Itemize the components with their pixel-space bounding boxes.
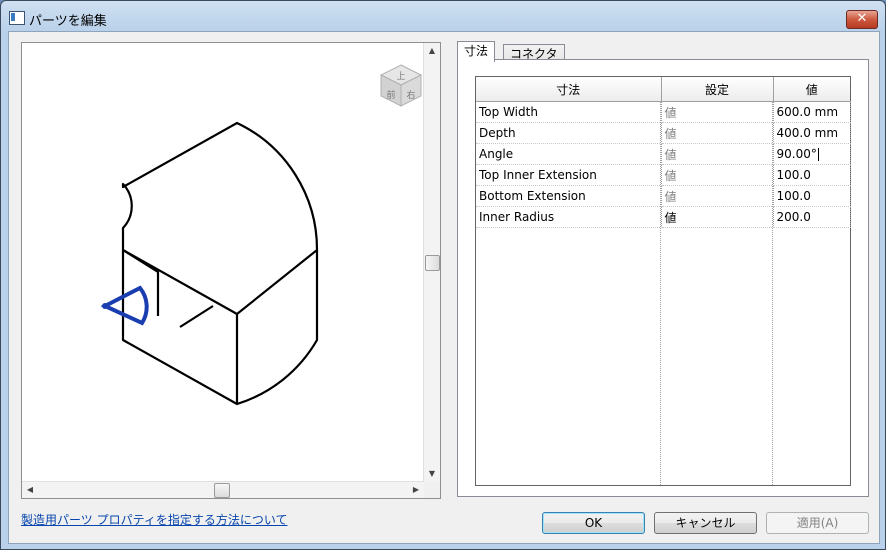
cancel-button[interactable]: キャンセル — [654, 512, 757, 534]
dimension-name: Top Width — [476, 101, 662, 123]
window-title: パーツを編集 — [29, 14, 107, 29]
viewcube-top-label: 上 — [396, 71, 405, 82]
part-preview-viewport[interactable]: 上 前 右 ▲ ▼ ◀ ▶ — [21, 42, 441, 499]
vertical-scroll-thumb[interactable] — [425, 255, 440, 271]
scrollbar-corner — [424, 482, 440, 498]
dimension-setting[interactable]: 値 — [661, 143, 774, 165]
table-row[interactable]: Bottom Extension 値 100.0 — [476, 185, 851, 207]
vertical-scrollbar[interactable]: ▲ ▼ — [423, 43, 440, 482]
dimension-setting[interactable]: 値 — [661, 164, 774, 186]
scroll-up-arrow-icon[interactable]: ▲ — [424, 43, 440, 59]
edit-part-dialog: パーツを編集 ✕ 上 前 右 ▲ ▼ ◀ ▶ 製造用パーツ プロパティを指定する… — [0, 0, 886, 550]
ok-button[interactable]: OK — [542, 512, 645, 534]
dimension-name: Angle — [476, 143, 662, 165]
column-header-setting[interactable]: 設定 — [661, 77, 774, 102]
apply-button[interactable]: 適用(A) — [766, 512, 869, 534]
dimension-value[interactable]: 200.0 — [773, 206, 851, 228]
dimension-value[interactable]: 100.0 — [773, 164, 851, 186]
close-button[interactable]: ✕ — [846, 10, 878, 29]
part-outer-curve-face — [236, 250, 319, 406]
column-header-value[interactable]: 値 — [773, 77, 850, 102]
table-row[interactable]: Top Inner Extension 値 100.0 — [476, 164, 851, 186]
part-inner-cut-2 — [179, 305, 214, 328]
dimension-name: Bottom Extension — [476, 185, 662, 207]
dimension-setting[interactable]: 値 — [661, 206, 774, 228]
title-bar: パーツを編集 ✕ — [1, 1, 885, 31]
grid-header-row: 寸法 設定 値 — [476, 77, 850, 102]
dimension-name: Inner Radius — [476, 206, 662, 228]
dimension-setting[interactable]: 値 — [661, 185, 774, 207]
connector-marker — [100, 285, 149, 326]
dimension-value[interactable]: 100.0 — [773, 185, 851, 207]
column-header-dimension[interactable]: 寸法 — [476, 77, 662, 102]
text-caret — [817, 148, 819, 161]
dimension-setting[interactable]: 値 — [661, 122, 774, 144]
dimensions-grid: 寸法 設定 値 Top Width 値 600.0 mm Depth 値 400… — [475, 76, 851, 486]
help-link[interactable]: 製造用パーツ プロパティを指定する方法について — [21, 511, 288, 528]
viewcube-right-label: 右 — [406, 89, 415, 101]
dimension-name: Depth — [476, 122, 662, 144]
dimensions-tab-panel: 寸法 設定 値 Top Width 値 600.0 mm Depth 値 400… — [457, 59, 869, 497]
part-3d-drawing — [100, 121, 319, 406]
scroll-left-arrow-icon[interactable]: ◀ — [22, 482, 38, 498]
scroll-right-arrow-icon[interactable]: ▶ — [408, 482, 424, 498]
scroll-down-arrow-icon[interactable]: ▼ — [424, 466, 440, 482]
table-row[interactable]: Top Width 値 600.0 mm — [476, 101, 851, 123]
dimension-value-editing[interactable]: 90.00° — [773, 143, 851, 165]
dimension-value-text[interactable]: 90.00° — [777, 147, 817, 161]
tab-dimensions[interactable]: 寸法 — [457, 41, 496, 62]
table-row[interactable]: Depth 値 400.0 mm — [476, 122, 851, 144]
dimension-name: Top Inner Extension — [476, 164, 662, 186]
viewcube-widget[interactable]: 上 前 右 — [378, 62, 424, 111]
dimension-value[interactable]: 600.0 mm — [773, 101, 851, 123]
horizontal-scroll-thumb[interactable] — [214, 483, 230, 498]
dimension-value[interactable]: 400.0 mm — [773, 122, 851, 144]
dialog-body: 上 前 右 ▲ ▼ ◀ ▶ 製造用パーツ プロパティを指定する方法について 寸法… — [8, 31, 880, 544]
horizontal-scrollbar[interactable]: ◀ ▶ — [22, 481, 424, 498]
part-top-face — [121, 121, 319, 316]
part-inner-cut — [122, 249, 160, 316]
connector-point[interactable] — [102, 303, 108, 309]
viewcube-front-label: 前 — [386, 89, 395, 101]
table-row[interactable]: Inner Radius 値 200.0 — [476, 206, 851, 228]
window-icon — [9, 11, 25, 25]
dimension-setting[interactable]: 値 — [661, 101, 774, 123]
table-row[interactable]: Angle 値 90.00° — [476, 143, 851, 165]
